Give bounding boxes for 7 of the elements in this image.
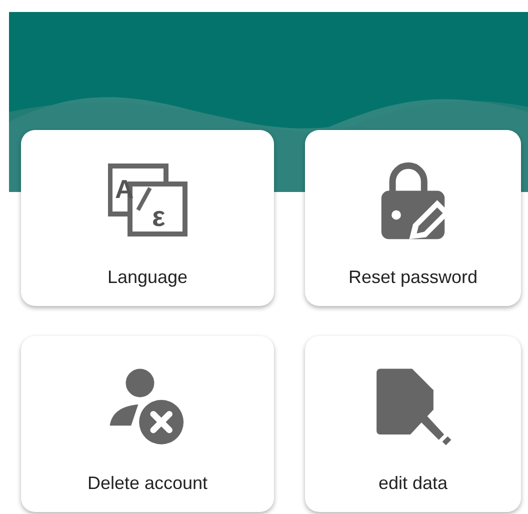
card-label: Reset password — [348, 267, 478, 288]
card-label: Language — [107, 267, 188, 288]
card-label: edit data — [378, 473, 448, 494]
settings-card[interactable]: Reset password — [305, 130, 521, 306]
settings-card[interactable]: edit data — [305, 336, 521, 512]
settings-card[interactable]: Delete account — [21, 336, 274, 512]
card-label: Delete account — [87, 473, 208, 494]
